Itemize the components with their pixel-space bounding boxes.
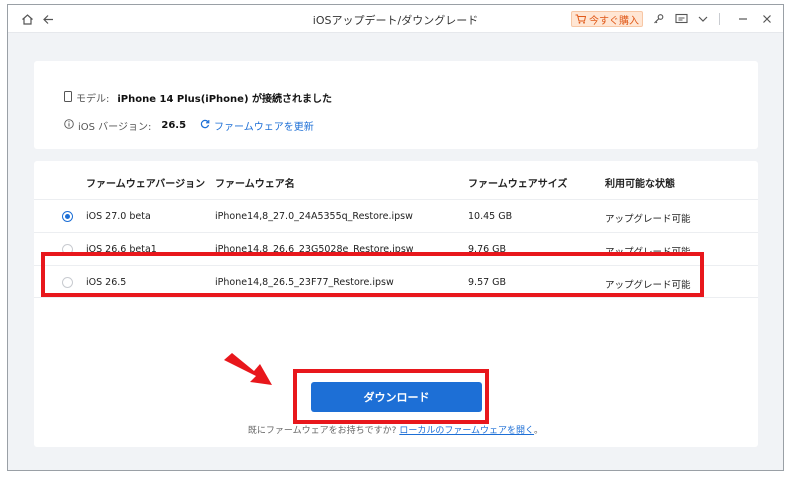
update-firmware-link[interactable]: ファームウェアを更新 [214,118,314,133]
firmware-name: iPhone14,8_27.0_24A5355q_Restore.ipsw [215,211,413,222]
ios-version-value: 26.5 [161,120,187,131]
feedback-icon[interactable] [672,10,690,28]
download-button[interactable]: ダウンロード [311,382,482,412]
ios-version-label: iOS バージョン: [78,122,152,133]
close-icon[interactable] [758,10,776,28]
firmware-row[interactable]: iOS 26.5 iPhone14,8_26.5_23F77_Restore.i… [34,265,758,298]
title-bar: iOSアップデート/ダウングレード 今すぐ購入 [8,5,783,33]
firmware-size: 9.57 GB [468,277,507,288]
firmware-row[interactable]: iOS 26.6 beta1 iPhone14,8_26.6_23G5028e_… [34,232,758,265]
buy-now-button[interactable]: 今すぐ購入 [571,11,643,27]
model-row: モデル: iPhone 14 Plus(iPhone) が接続されました [64,90,332,105]
firmware-radio[interactable] [62,211,73,222]
device-info-card: モデル: iPhone 14 Plus(iPhone) が接続されました iOS… [34,61,758,149]
minimize-icon[interactable] [734,10,752,28]
buy-now-label: 今すぐ購入 [589,15,639,27]
key-icon[interactable] [650,10,668,28]
column-header-size: ファームウェアサイズ [468,179,568,190]
local-firmware-prompt: 既にファームウェアをお持ちですか? [247,426,397,436]
open-local-firmware-link[interactable]: ローカルのファームウェアを開く [399,426,534,436]
refresh-icon[interactable] [200,119,210,132]
column-header-name: ファームウェア名 [215,179,295,190]
firmware-version: iOS 26.6 beta1 [86,244,157,255]
firmware-status: アップグレード可能 [605,280,691,291]
model-value: iPhone 14 Plus(iPhone) が接続されました [117,94,332,105]
firmware-row[interactable]: iOS 27.0 beta iPhone14,8_27.0_24A5355q_R… [34,199,758,232]
local-firmware-note: 既にファームウェアをお持ちですか? ローカルのファームウェアを開く。 [0,423,791,436]
firmware-version: iOS 26.5 [86,277,127,288]
red-arrow-icon [224,353,272,385]
info-icon [64,119,74,132]
cart-icon [575,14,586,24]
column-header-status: 利用可能な状態 [605,179,675,190]
footer-period: 。 [534,426,544,436]
phone-icon [64,90,72,105]
firmware-status: アップグレード可能 [605,247,691,258]
firmware-status: アップグレード可能 [605,214,691,225]
firmware-name: iPhone14,8_26.5_23F77_Restore.ipsw [215,277,394,288]
firmware-radio[interactable] [62,244,73,255]
column-header-version: ファームウェアバージョン [86,179,206,190]
title-divider [719,13,720,25]
ios-version-row: iOS バージョン: 26.5 ファームウェアを更新 [64,118,314,133]
firmware-name: iPhone14,8_26.6_23G5028e_Restore.ipsw [215,244,414,255]
firmware-radio[interactable] [62,277,73,288]
firmware-size: 10.45 GB [468,211,513,222]
firmware-size: 9.76 GB [468,244,507,255]
chevron-down-icon[interactable] [694,10,712,28]
model-label: モデル: [76,94,110,105]
firmware-version: iOS 27.0 beta [86,211,151,222]
